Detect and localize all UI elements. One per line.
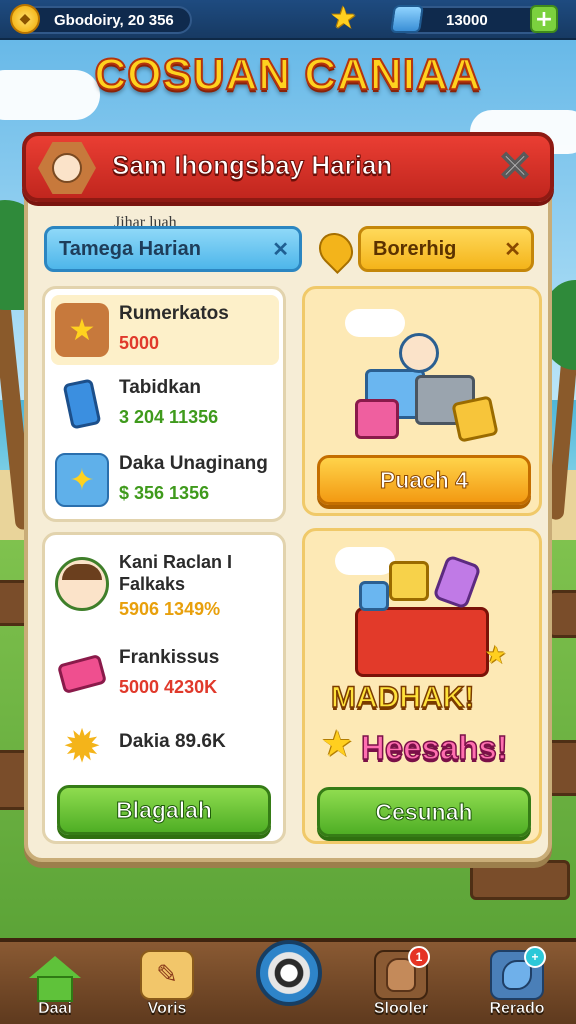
crate	[470, 860, 570, 900]
nav-label: Daai	[38, 1000, 72, 1018]
nav-item-map[interactable]: ✎ Voris	[124, 950, 210, 1024]
ticket-icon	[55, 647, 109, 701]
item-name: Rumerkatos	[119, 303, 229, 324]
location-pin-icon	[311, 225, 361, 275]
nav-item-bag[interactable]: 1 Slooler	[358, 946, 444, 1024]
reward-list-card: ★ Rumerkatos 5000 Tabidkan 3 204 11356 ✦…	[42, 286, 286, 522]
nav-label: Rerado	[489, 1000, 545, 1018]
list-item[interactable]: Kani Raclan I Falkaks 5906 1349%	[55, 543, 279, 633]
offer-card: Puach 4	[302, 286, 542, 516]
star-icon: ★	[55, 303, 109, 357]
sun-badge-icon: ✹	[62, 719, 102, 773]
nav-item-home[interactable]: Daai	[12, 950, 98, 1024]
promo-card: ★ MADHAK! ★ Heesahs! Cesunah	[302, 528, 542, 844]
promo-headline: MADHAK!	[330, 680, 475, 715]
play-center-button[interactable]	[256, 940, 322, 1006]
list-item[interactable]: Frankissus 5000 4230K	[55, 639, 279, 709]
nav-label: Voris	[147, 1000, 187, 1018]
item-name: Dakia 89.6K	[119, 731, 226, 752]
item-name: Tabidkan	[119, 377, 201, 398]
tab-daily[interactable]: Tamega Harian ✕	[44, 226, 302, 272]
cesunah-button[interactable]: Cesunah	[317, 787, 531, 837]
tab-bonus-label: Borerhig	[373, 237, 457, 260]
gift-icon: ✦	[55, 453, 109, 507]
close-icon[interactable]: ✕	[504, 237, 521, 262]
item-name: Kani Raclan I Falkaks	[119, 552, 233, 594]
nav-label: Slooler	[373, 1000, 429, 1018]
item-value: 5906 1349%	[119, 599, 221, 619]
crate	[548, 590, 576, 638]
tab-daily-label: Tamega Harian	[59, 237, 201, 260]
map-icon: ✎	[140, 950, 194, 1000]
game-title: COSUAN CANIAA	[94, 49, 482, 100]
add-gems-button[interactable]: +	[530, 5, 558, 33]
gift-boxes-icon	[355, 329, 499, 443]
coin-icon: ◆	[10, 4, 40, 34]
close-button[interactable]: ✕	[492, 144, 538, 190]
gems-value: 13000	[446, 11, 488, 29]
blagalah-button[interactable]: Blagalah	[57, 785, 271, 835]
notification-badge: 1	[408, 946, 430, 968]
list-item[interactable]: ★ Rumerkatos 5000	[51, 295, 279, 365]
promo-subheadline: Heesahs!	[360, 728, 508, 767]
top-bar: Gbodoiry, 20 356 ◆ ★ 13000 +	[0, 0, 576, 40]
reward-list-card: Kani Raclan I Falkaks 5906 1349% Frankis…	[42, 532, 286, 844]
player-label: Gbodoiry, 20 356	[54, 11, 174, 29]
item-value: 5000	[119, 333, 160, 353]
star-icon: ★	[485, 641, 507, 669]
list-item[interactable]: ✹ Dakia 89.6K	[55, 711, 279, 781]
panel-title: Sam Ihongsbay Harian	[111, 150, 393, 181]
item-value: $ 356 1356	[119, 483, 210, 503]
star-icon: ★	[321, 724, 354, 765]
panel-header: Sam Ihongsbay Harian ✕	[22, 132, 554, 202]
notification-badge: +	[524, 946, 546, 968]
character-icon	[55, 557, 109, 611]
treasure-chest-icon	[349, 551, 499, 681]
avatar-icon	[38, 142, 96, 194]
close-icon[interactable]: ✕	[272, 237, 289, 262]
item-name: Daka Unaginang	[119, 453, 268, 474]
list-item[interactable]: ✦ Daka Unaginang $ 356 1356	[55, 445, 279, 515]
item-value: 3 204 11356	[119, 407, 219, 427]
phone-icon	[55, 377, 109, 431]
daily-panel: Sam Ihongsbay Harian ✕ Jihar luah Tamega…	[22, 132, 554, 862]
puach-button[interactable]: Puach 4	[317, 455, 531, 505]
nav-item-puzzle[interactable]: + Rerado	[474, 946, 560, 1024]
item-name: Frankissus	[119, 647, 220, 668]
gem-icon	[390, 5, 424, 33]
home-icon	[28, 950, 82, 1002]
list-item[interactable]: Tabidkan 3 204 11356	[55, 369, 279, 439]
tab-bonus[interactable]: Borerhig ✕	[358, 226, 534, 272]
item-value: 5000 4230K	[119, 677, 218, 697]
star-icon[interactable]: ★	[330, 4, 357, 34]
